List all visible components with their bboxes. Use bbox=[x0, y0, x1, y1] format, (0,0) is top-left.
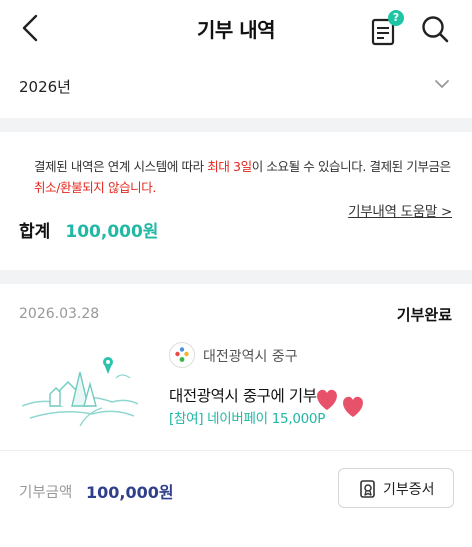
organization-name: 대전광역시 중구 bbox=[203, 349, 298, 365]
document-help-icon[interactable]: ? bbox=[370, 10, 404, 46]
amount-value: 100,000원 bbox=[86, 483, 174, 502]
search-icon[interactable] bbox=[420, 14, 450, 44]
certificate-button[interactable]: 기부증서 bbox=[338, 468, 454, 508]
donation-date: 2026.03.28 bbox=[19, 306, 100, 322]
organization-logo bbox=[169, 342, 195, 368]
heart-icons bbox=[317, 389, 363, 417]
payment-detail: [참여] 네이버페이 15,000P bbox=[169, 411, 326, 427]
notice-text: 이 소요될 수 있습니다. 결제된 기부금은 bbox=[251, 159, 451, 174]
help-badge: ? bbox=[388, 10, 404, 26]
landscape-illustration bbox=[22, 357, 138, 427]
notice-highlight: 최대 3일 bbox=[207, 159, 252, 174]
section-divider bbox=[0, 118, 472, 132]
certificate-icon bbox=[360, 480, 375, 498]
year-value: 2026년 bbox=[19, 78, 71, 96]
donation-help-link[interactable]: 기부내역 도움말 > bbox=[348, 200, 452, 220]
status-badge: 기부완료 bbox=[396, 306, 452, 324]
chevron-down-icon bbox=[435, 80, 449, 88]
payment-notice: 결제된 내역은 연계 시스템에 따라 최대 3일이 소요될 수 있습니다. 결제… bbox=[34, 156, 454, 198]
notice-text: 결제된 내역은 연계 시스템에 따라 bbox=[34, 159, 208, 174]
amount-label: 기부금액 bbox=[19, 485, 73, 501]
notice-highlight: 취소/환불되지 않습니다. bbox=[34, 180, 156, 195]
total-row: 합계 100,000원 bbox=[19, 217, 159, 242]
certificate-button-label: 기부증서 bbox=[383, 482, 435, 498]
total-label: 합계 bbox=[19, 222, 51, 242]
total-value: 100,000원 bbox=[65, 222, 159, 242]
section-divider bbox=[0, 270, 472, 284]
year-selector[interactable]: 2026년 bbox=[0, 62, 472, 110]
header: 기부 내역 ? bbox=[0, 0, 472, 56]
divider bbox=[0, 450, 472, 451]
donation-title[interactable]: 대전광역시 중구에 기부 bbox=[169, 384, 317, 406]
